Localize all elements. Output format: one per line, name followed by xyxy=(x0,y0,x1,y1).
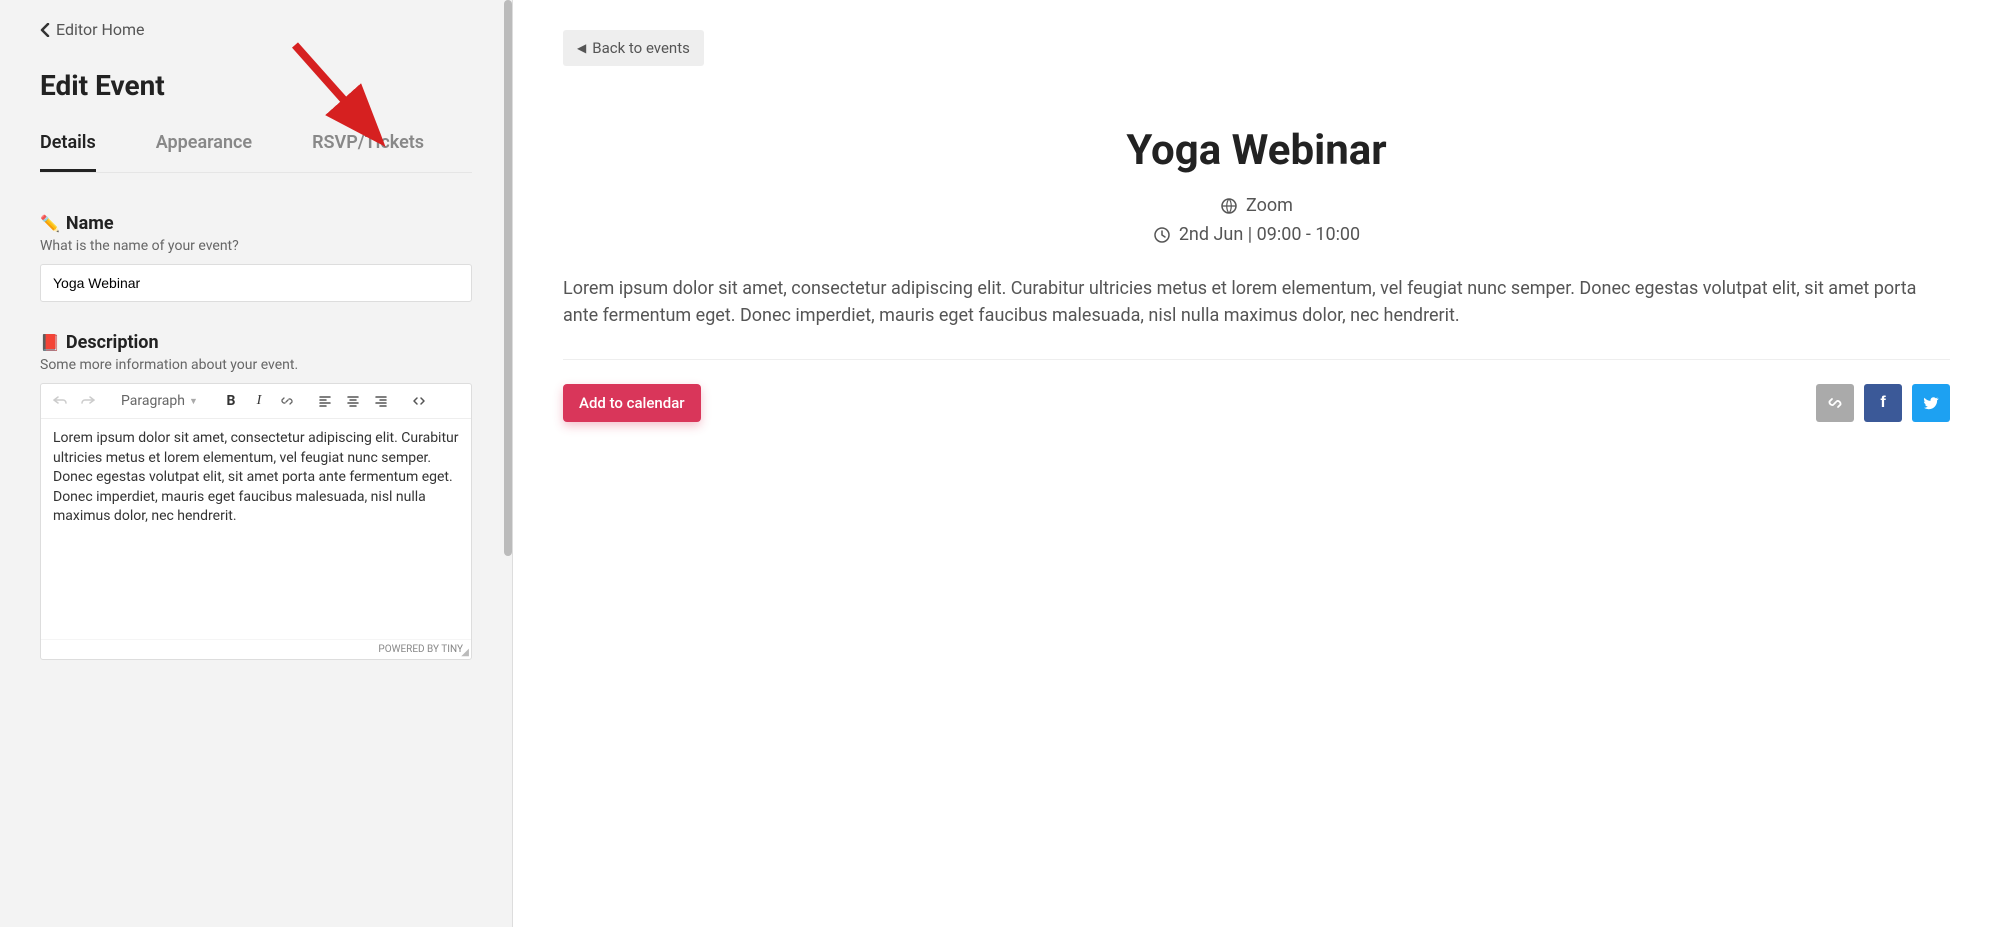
editor-footer: POWERED BY TINY ◢ xyxy=(41,639,471,659)
name-label: ✏️ Name xyxy=(40,213,472,234)
description-hint: Some more information about your event. xyxy=(40,357,472,373)
description-field-group: 📕 Description Some more information abou… xyxy=(40,332,472,660)
share-twitter-button[interactable] xyxy=(1912,384,1950,422)
rich-text-editor: Paragraph ▼ B I xyxy=(40,383,472,660)
preview-datetime-row: 2nd Jun | 09:00 - 10:00 xyxy=(563,224,1950,245)
chevron-left-icon xyxy=(40,23,50,37)
preview-event-title: Yoga Webinar xyxy=(563,126,1950,175)
tab-appearance[interactable]: Appearance xyxy=(156,132,252,172)
sidebar-panel: Editor Home Edit Event Details Appearanc… xyxy=(0,0,513,927)
annotation-arrow-icon xyxy=(290,40,390,150)
redo-button[interactable] xyxy=(75,388,101,414)
share-buttons: f xyxy=(1816,384,1950,422)
preview-description: Lorem ipsum dolor sit amet, consectetur … xyxy=(563,275,1950,329)
preview-location-row: Zoom xyxy=(563,195,1950,216)
pencil-icon: ✏️ xyxy=(40,214,60,233)
italic-button[interactable]: I xyxy=(246,388,272,414)
bold-button[interactable]: B xyxy=(218,388,244,414)
preview-panel: ◀ Back to events Yoga Webinar Zoom 2nd J… xyxy=(513,0,2000,927)
preview-actions-row: Add to calendar f xyxy=(563,384,1950,422)
resize-handle[interactable]: ◢ xyxy=(461,649,469,657)
align-left-button[interactable] xyxy=(312,388,338,414)
back-to-events-button[interactable]: ◀ Back to events xyxy=(563,30,704,66)
caret-down-icon: ▼ xyxy=(189,396,198,407)
share-link-button[interactable] xyxy=(1816,384,1854,422)
divider xyxy=(563,359,1950,360)
editor-content-area[interactable]: Lorem ipsum dolor sit amet, consectetur … xyxy=(41,419,471,639)
add-to-calendar-button[interactable]: Add to calendar xyxy=(563,384,701,422)
facebook-icon: f xyxy=(1880,394,1885,412)
tabs-row: Details Appearance RSVP/Tickets xyxy=(40,132,472,173)
tab-details[interactable]: Details xyxy=(40,132,96,172)
align-right-button[interactable] xyxy=(368,388,394,414)
book-icon: 📕 xyxy=(40,333,60,352)
share-facebook-button[interactable]: f xyxy=(1864,384,1902,422)
editor-toolbar: Paragraph ▼ B I xyxy=(41,384,471,419)
description-label: 📕 Description xyxy=(40,332,472,353)
caret-left-icon: ◀ xyxy=(577,41,586,55)
twitter-icon xyxy=(1923,395,1939,411)
scrollbar[interactable] xyxy=(504,0,512,556)
name-hint: What is the name of your event? xyxy=(40,238,472,254)
clock-icon xyxy=(1153,226,1171,244)
page-title: Edit Event xyxy=(40,69,472,102)
code-button[interactable] xyxy=(406,388,432,414)
globe-icon xyxy=(1220,197,1238,215)
event-name-input[interactable] xyxy=(40,264,472,302)
name-field-group: ✏️ Name What is the name of your event? xyxy=(40,213,472,302)
link-button[interactable] xyxy=(274,388,300,414)
undo-button[interactable] xyxy=(47,388,73,414)
back-to-editor-link[interactable]: Editor Home xyxy=(40,20,472,39)
paragraph-dropdown[interactable]: Paragraph ▼ xyxy=(113,389,206,413)
back-link-label: Editor Home xyxy=(56,20,145,39)
link-icon xyxy=(1827,395,1843,411)
align-center-button[interactable] xyxy=(340,388,366,414)
